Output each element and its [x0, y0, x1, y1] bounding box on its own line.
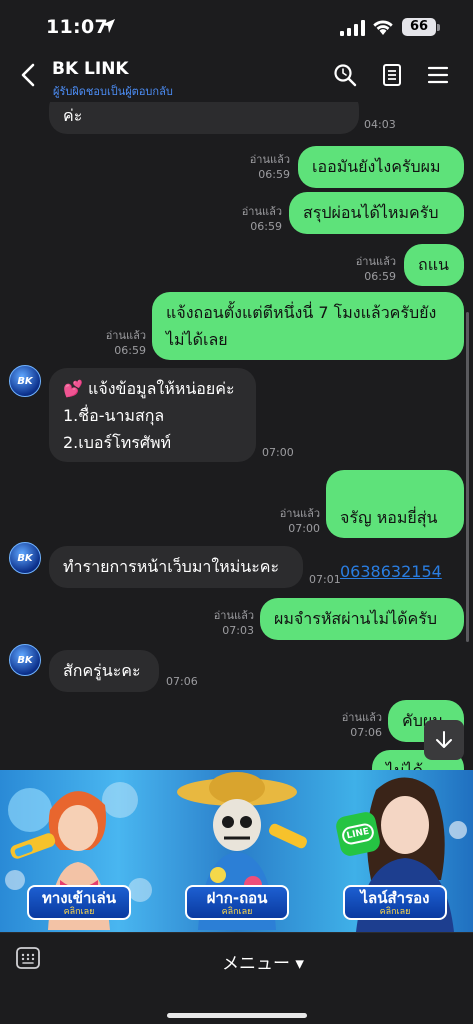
status-time: 11:07 [46, 16, 108, 38]
chat-title[interactable]: BK LINK [52, 59, 129, 79]
message-bubble-received[interactable]: สักครู่นะคะ [49, 650, 159, 692]
read-receipt: อ่านแล้ว 07:00 [279, 507, 320, 535]
rich-menu-toggle[interactable]: メニュー ▾ [222, 949, 304, 974]
backup-line-button[interactable]: ไลน์สำรอง คลิกเลย [343, 885, 447, 920]
battery-tip [437, 24, 440, 31]
read-receipt: อ่านแล้ว 07:06 [341, 711, 382, 739]
message-bubble-sent[interactable]: จรัญ หอมยี่สุ่น 0638632154 [326, 470, 464, 581]
scrollbar[interactable] [466, 312, 469, 642]
message-bubble-sent[interactable]: แจ้งถอนตั้งแต่ตีหนึ่งนี่ 7 โมงแล้วครับยั… [152, 292, 464, 360]
home-indicator[interactable] [167, 1013, 307, 1018]
message-time: 07:01 [309, 573, 341, 586]
avatar[interactable]: BK [9, 542, 41, 574]
enter-game-button[interactable]: ทางเข้าเล่น คลิกเลย [27, 885, 131, 920]
chat-area[interactable]: ค่ะ 04:03 อ่านแล้ว 06:59 เออมันยังไงครับผ… [0, 102, 473, 770]
banner-panel-deposit[interactable]: ฝาก-ถอน คลิกเลย [158, 770, 316, 932]
read-receipt: อ่านแล้ว 06:59 [355, 255, 396, 283]
message-bubble-sent[interactable]: เออมันยังไงครับผม [298, 146, 464, 188]
banner-panel-line[interactable]: LINE ไลน์สำรอง คลิกเลย [316, 770, 473, 932]
message-bubble-sent[interactable]: ถแน [404, 244, 464, 286]
read-receipt: อ่านแล้ว 06:59 [105, 329, 146, 357]
chat-footer: メニュー ▾ [0, 932, 473, 1024]
arrow-down-icon [436, 731, 452, 748]
battery-indicator: 66 [402, 18, 436, 36]
wifi-icon [373, 20, 393, 35]
keyboard-icon[interactable] [16, 947, 40, 969]
promo-banner[interactable]: ทางเข้าเล่น คลิกเลย ฝาก-ถอน คลิกเลย LINE… [0, 770, 473, 932]
avatar[interactable]: BK [9, 644, 41, 676]
chat-subtitle: ผู้รับผิดชอบเป็นผู้ตอบกลับ [53, 85, 173, 98]
banner-panel-enter[interactable]: ทางเข้าเล่น คลิกเลย [0, 770, 158, 932]
read-receipt: อ่านแล้ว 06:59 [249, 153, 290, 181]
message-time: 07:06 [166, 675, 198, 688]
hamburger-menu-icon[interactable] [425, 62, 451, 88]
read-receipt: อ่านแล้ว 06:59 [241, 205, 282, 233]
location-arrow-icon [101, 19, 115, 33]
message-text: จรัญ หอมยี่สุ่น [340, 508, 438, 527]
phone-link[interactable]: 0638632154 [340, 558, 450, 585]
deposit-withdraw-button[interactable]: ฝาก-ถอน คลิกเลย [185, 885, 289, 920]
signal-icon [340, 20, 365, 36]
message-bubble-sent[interactable]: ผมจำรหัสผ่านไม่ได้ครับ [260, 598, 464, 640]
chat-header: BK LINK ผู้รับผิดชอบเป็นผู้ตอบกลับ [0, 56, 473, 102]
message-bubble-received[interactable]: ทำรายการหน้าเว็บมาใหม่นะคะ [49, 546, 303, 588]
read-receipt: อ่านแล้ว 07:03 [213, 609, 254, 637]
status-bar: 11:07 66 [0, 0, 473, 56]
message-bubble-received[interactable]: 💕 แจ้งข้อมูลให้หน่อยค่ะ 1.ชื่อ-นามสกุล 2… [49, 368, 256, 462]
scroll-to-bottom-button[interactable] [424, 720, 464, 760]
search-icon[interactable] [332, 62, 358, 88]
message-bubble-received[interactable]: ค่ะ [49, 102, 359, 134]
message-time: 07:00 [262, 446, 294, 459]
notes-icon[interactable] [379, 62, 405, 88]
back-chevron-icon[interactable] [18, 62, 40, 88]
avatar[interactable]: BK [9, 365, 41, 397]
message-time: 04:03 [364, 118, 396, 131]
message-bubble-sent[interactable]: สรุปผ่อนได้ไหมครับ [289, 192, 464, 234]
